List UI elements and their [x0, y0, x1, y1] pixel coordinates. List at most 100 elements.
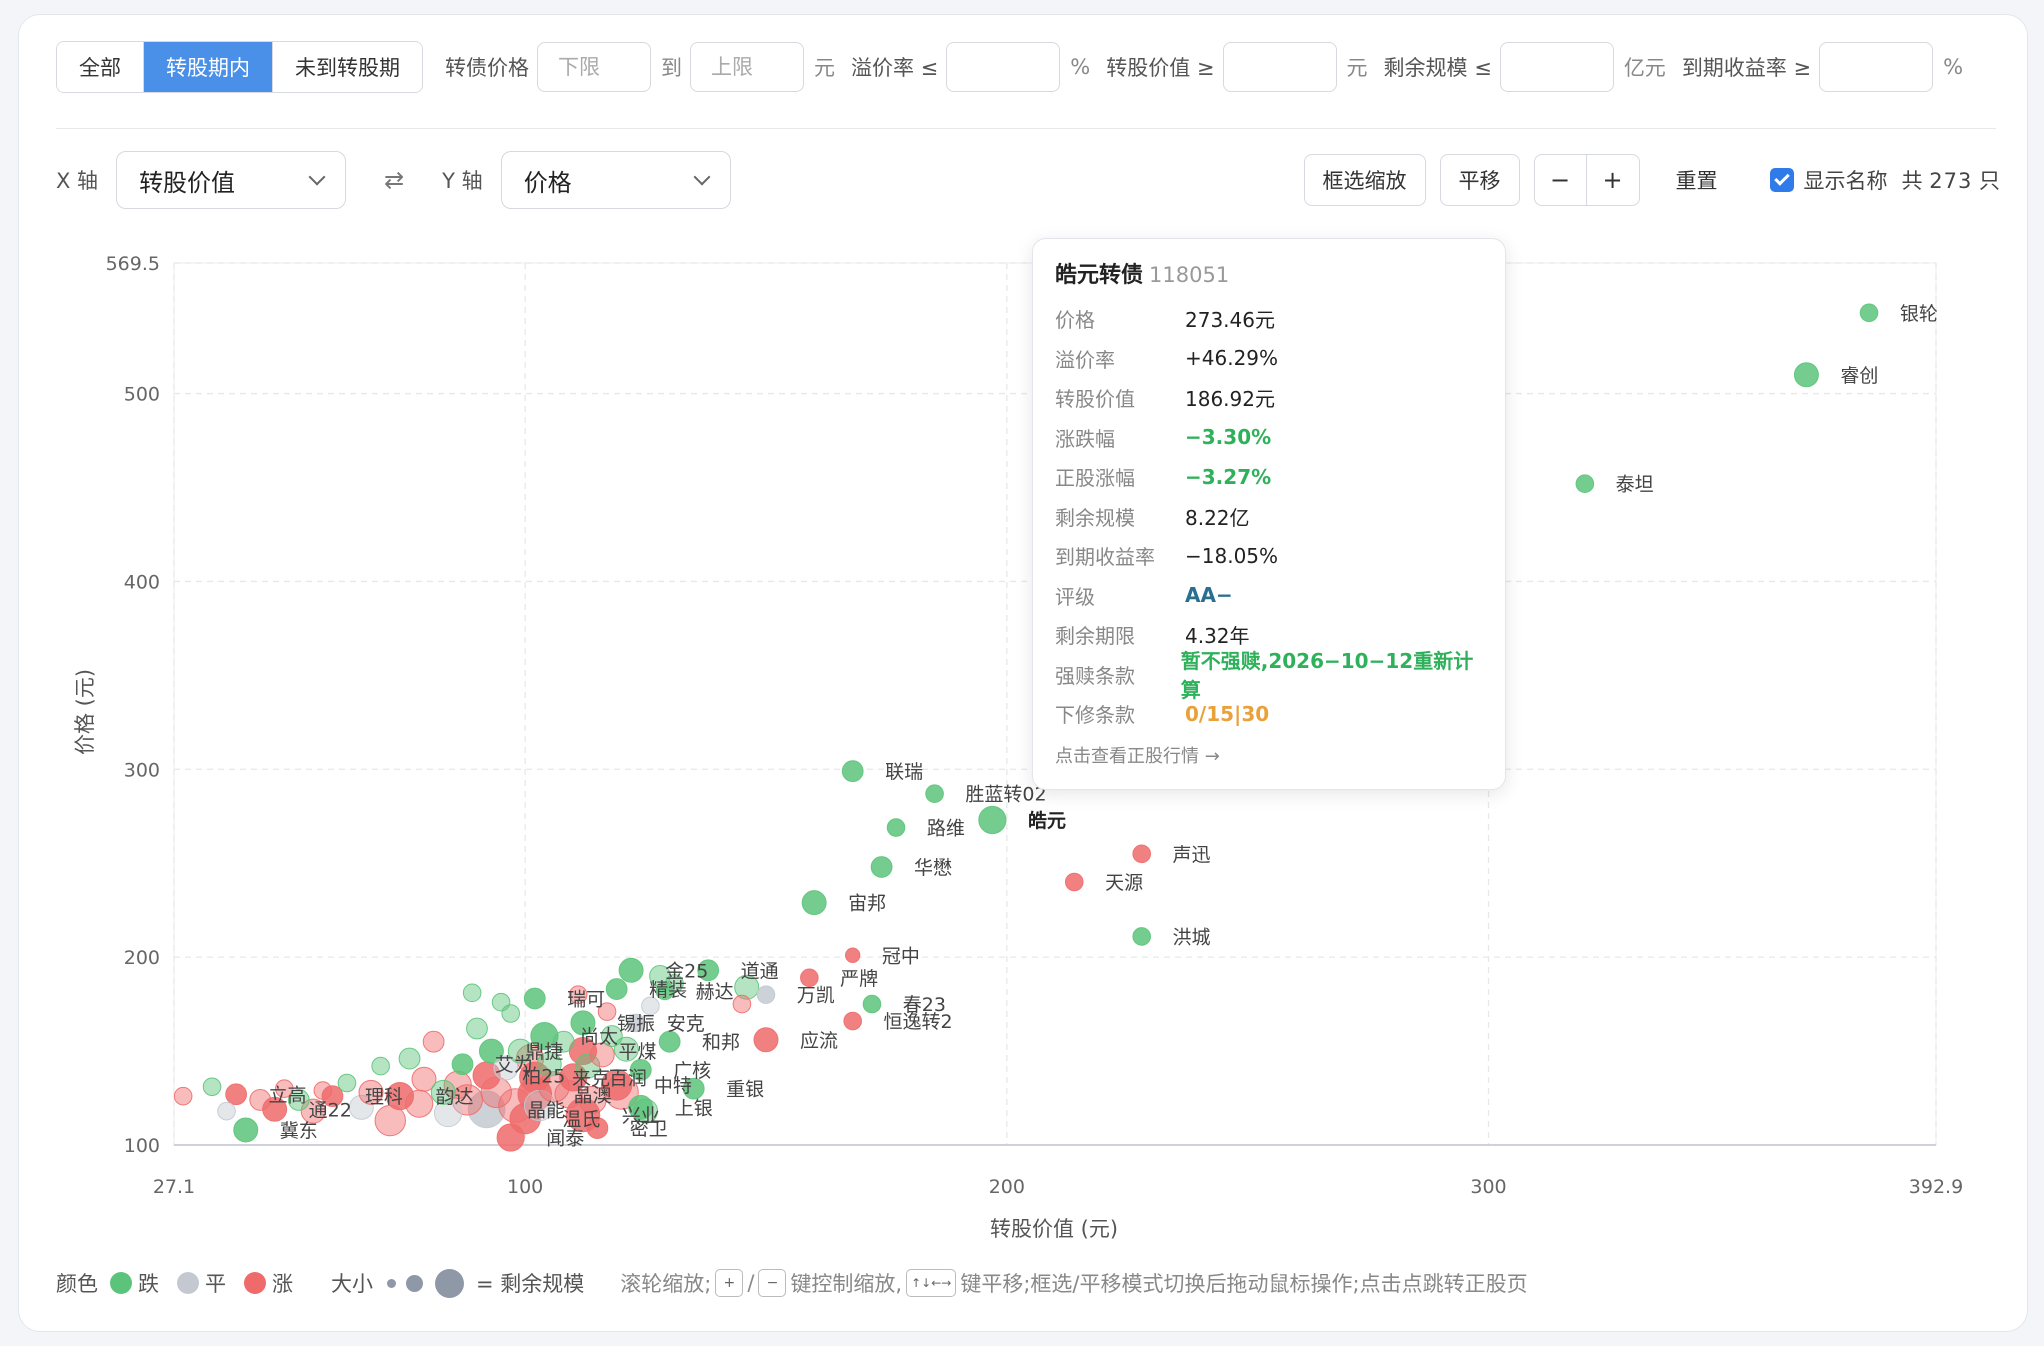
x-tick-label: 392.9: [1909, 1176, 1963, 1198]
bond-point[interactable]: [225, 1083, 248, 1106]
tooltip-code: 118051: [1149, 263, 1230, 287]
bond-label: 百润: [609, 1067, 647, 1089]
tooltip-value: 8.22亿: [1185, 505, 1250, 530]
bond-point-unlabeled[interactable]: [202, 1077, 222, 1097]
bond-point[interactable]: [844, 947, 861, 963]
bond-point[interactable]: [1793, 362, 1819, 388]
tooltip-key: 涨跌幅: [1055, 426, 1115, 451]
bond-point[interactable]: [870, 856, 893, 878]
y-tick-label: 100: [124, 1135, 160, 1157]
tooltip-row: 到期收益率 −18.05%: [1055, 536, 1483, 576]
hint-slash: /: [747, 1271, 755, 1295]
bond-label: 冀东: [280, 1120, 318, 1142]
tooltip-key: 转股价值: [1055, 387, 1135, 412]
tooltip-key: 正股涨幅: [1055, 466, 1135, 491]
bond-point-unlabeled[interactable]: [337, 1073, 357, 1093]
tooltip-row: 价格 273.46元: [1055, 299, 1483, 339]
tooltip-key: 下修条款: [1055, 703, 1135, 728]
bond-point-unlabeled[interactable]: [501, 1004, 520, 1023]
bond-label: 严牌: [840, 968, 878, 990]
bond-point[interactable]: [1575, 474, 1595, 494]
bond-point[interactable]: [1064, 872, 1084, 892]
bond-point[interactable]: [451, 1053, 474, 1076]
bond-point[interactable]: [618, 957, 644, 983]
tooltip-key: 强赎条款: [1055, 663, 1135, 688]
bond-label: 锡振: [617, 1013, 655, 1035]
bond-point[interactable]: [978, 805, 1007, 835]
bond-label: 安克: [667, 1013, 705, 1035]
tooltip-value: 暂不强赎,2026−10−12重新计算: [1180, 649, 1474, 703]
bond-label: 联瑞: [885, 761, 923, 783]
bond-label: 泰坦: [1616, 474, 1654, 496]
bond-label: 宙邦: [848, 893, 886, 915]
bond-point-unlabeled[interactable]: [466, 1017, 488, 1040]
bond-point[interactable]: [862, 994, 882, 1014]
bond-point[interactable]: [886, 818, 906, 837]
y-tick-label: 569.5: [106, 253, 160, 275]
bond-label: 韵达: [436, 1086, 474, 1108]
bond-point[interactable]: [233, 1117, 259, 1143]
bond-point-unlabeled[interactable]: [405, 1089, 434, 1118]
bond-point-unlabeled[interactable]: [398, 1047, 421, 1070]
bond-point[interactable]: [1859, 303, 1879, 323]
bond-point[interactable]: [841, 760, 864, 783]
bond-point-unlabeled[interactable]: [462, 983, 482, 1003]
hint-pan: 键平移;框选/平移模式切换后拖动鼠标操作;点击点跳转正股页: [960, 1272, 1528, 1296]
legend: 颜色 跌 平 涨 大小 = 剩余规模 滚轮缩放; + / − 键控制缩放, ↑↓…: [56, 1268, 1528, 1298]
tooltip-key: 价格: [1055, 308, 1095, 333]
legend-size-large: [435, 1268, 464, 1298]
tooltip-row: 转股价值 186.92元: [1055, 378, 1483, 418]
legend-size-eq: = 剩余规模: [476, 1272, 585, 1296]
bond-label: 天源: [1105, 872, 1143, 894]
bond-point[interactable]: [801, 890, 827, 916]
bond-point[interactable]: [1132, 844, 1152, 864]
tooltip-row: 正股涨幅 −3.27%: [1055, 457, 1483, 497]
tooltip-key: 到期收益率: [1055, 545, 1155, 570]
hint-zoom: 键控制缩放,: [790, 1272, 903, 1296]
tooltip-row: 涨跌幅 −3.30%: [1055, 418, 1483, 458]
bond-point[interactable]: [1132, 927, 1152, 946]
bond-point[interactable]: [496, 1123, 525, 1152]
tooltip-row: 剩余规模 8.22亿: [1055, 497, 1483, 537]
bond-label: 平煤: [619, 1041, 657, 1063]
bond-point[interactable]: [753, 1027, 779, 1053]
bond-point-unlabeled[interactable]: [371, 1056, 390, 1076]
bond-point[interactable]: [756, 985, 776, 1005]
tooltip-rows: 价格 273.46元 溢价率 +46.29% 转股价值 186.92元 涨跌幅 −3.30% 正…: [1055, 299, 1483, 734]
bond-point-unlabeled[interactable]: [422, 1030, 445, 1053]
bond-point[interactable]: [605, 978, 628, 1000]
x-tick-label: 27.1: [153, 1176, 195, 1198]
bond-label: 睿创: [1840, 365, 1878, 387]
points-layer[interactable]: [173, 303, 1879, 1152]
bond-point-unlabeled[interactable]: [313, 1081, 333, 1100]
bond-label: 通22: [309, 1099, 352, 1121]
bond-point-unlabeled[interactable]: [732, 994, 752, 1014]
bond-label: 应流: [800, 1030, 838, 1052]
bond-label: 晶能: [527, 1099, 565, 1121]
bond-point[interactable]: [925, 784, 944, 804]
bond-label: 上银: [675, 1097, 713, 1119]
bond-point-unlabeled[interactable]: [249, 1089, 272, 1111]
bond-label: 道通: [741, 960, 779, 982]
bond-label: 赫达: [696, 981, 734, 1003]
legend-size-label: 大小: [331, 1272, 373, 1296]
bond-point[interactable]: [843, 1011, 862, 1031]
bond-point-unlabeled[interactable]: [217, 1101, 236, 1121]
bond-label: 和邦: [702, 1032, 740, 1054]
bond-label: 理科: [365, 1086, 403, 1108]
bond-point-unlabeled[interactable]: [173, 1086, 193, 1106]
stock-quote-link[interactable]: 点击查看正股行情 →: [1055, 742, 1483, 768]
tooltip: 皓元转债 118051 价格 273.46元 溢价率 +46.29% 转股价值 186.92…: [1032, 238, 1506, 790]
tooltip-value: +46.29%: [1185, 346, 1279, 371]
bond-label: 晶澳: [574, 1084, 612, 1106]
scatter-chart[interactable]: 银轮睿创泰坦联瑞胜蓝转02皓元路维华懋声迅天源宙邦洪城冠中严牌春23恒逸转2道通…: [0, 0, 2044, 1346]
bond-label: 中特: [654, 1075, 692, 1097]
key-plus: +: [715, 1269, 744, 1297]
bond-label: 瑞可: [567, 988, 605, 1010]
legend-up: 涨: [272, 1272, 293, 1296]
bond-point[interactable]: [523, 987, 546, 1010]
tooltip-value: −18.05%: [1185, 543, 1279, 568]
legend-down: 跌: [138, 1272, 159, 1296]
bond-label: 精装: [649, 979, 687, 1001]
legend-up-dot: [244, 1272, 266, 1294]
